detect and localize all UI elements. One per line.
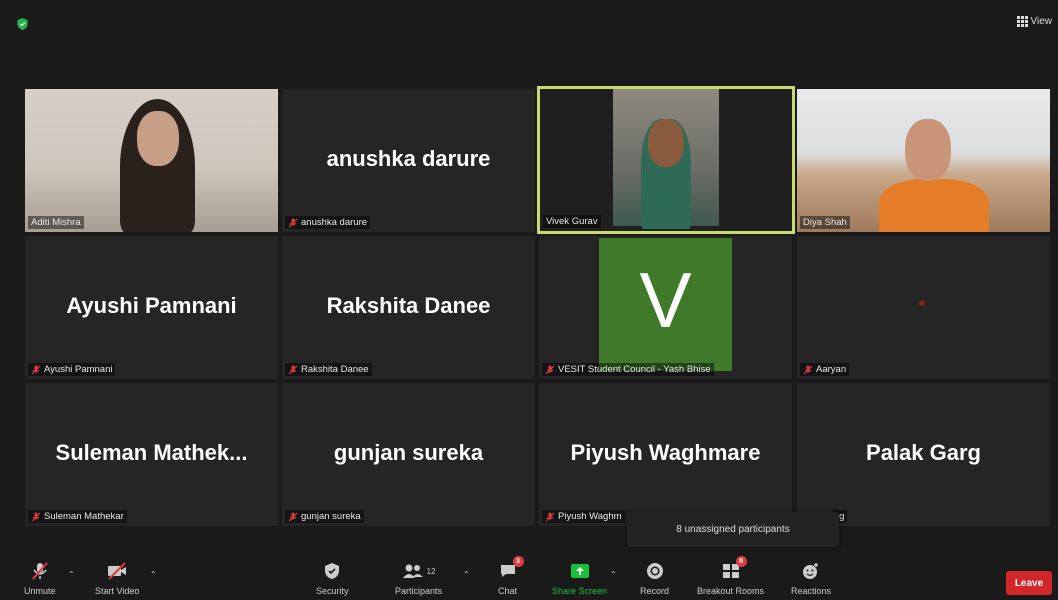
unmute-button[interactable]: Unmute	[24, 560, 56, 596]
participant-tile[interactable]: Ayushi Pamnani Ayushi Pamnani	[25, 236, 278, 379]
mic-muted-icon	[288, 512, 298, 522]
participants-button[interactable]: 12 Participants	[395, 560, 442, 596]
participant-tile[interactable]: anushka darure anushka darure	[282, 89, 535, 232]
participant-name-label: Piyush Waghm	[542, 510, 625, 523]
participant-name-label: Diya Shah	[800, 216, 850, 229]
reactions-button[interactable]: Reactions	[791, 560, 831, 596]
participant-name-label: gunjan sureka	[285, 510, 364, 523]
chat-button[interactable]: 3 Chat	[498, 556, 524, 596]
audio-options-caret-icon[interactable]: ⌃	[68, 570, 75, 579]
participant-body	[879, 179, 989, 232]
participant-face	[137, 111, 179, 166]
participant-name-label: Aditi Mishra	[28, 216, 84, 229]
meeting-toolbar: Unmute ⌃ Start Video ⌃ Security 12 Parti…	[0, 556, 1058, 600]
mic-muted-icon	[545, 365, 555, 375]
participants-icon	[402, 564, 423, 578]
participant-face	[648, 119, 684, 167]
participants-count: 12	[426, 566, 436, 576]
participant-name-label: Rakshita Danee	[285, 363, 372, 376]
record-icon	[646, 563, 663, 579]
grid-icon	[1016, 16, 1028, 27]
video-placeholder-dot	[919, 300, 925, 306]
participant-tile[interactable]: Aditi Mishra	[25, 89, 278, 232]
participant-display-name: anushka darure	[326, 145, 491, 171]
participant-video	[613, 89, 719, 229]
mic-muted-icon	[288, 365, 298, 375]
participant-tile[interactable]: Aaryan	[797, 236, 1050, 379]
view-button[interactable]: View	[1016, 16, 1053, 27]
participant-name-label: Aaryan	[800, 363, 850, 376]
breakout-badge: 8	[735, 556, 747, 567]
share-options-caret-icon[interactable]: ⌃	[610, 570, 617, 579]
participant-name-label: Ayushi Pamnani	[28, 363, 116, 376]
mic-muted-icon	[288, 218, 298, 228]
participant-display-name: Ayushi Pamnani	[66, 292, 237, 318]
participant-display-name: Suleman Mathek...	[55, 439, 248, 465]
video-camera-off-icon	[108, 562, 127, 580]
mic-muted-icon	[31, 365, 41, 375]
chat-unread-badge: 3	[512, 556, 524, 567]
participant-display-name: Piyush Waghmare	[570, 439, 761, 465]
shield-icon	[325, 563, 340, 579]
participant-tile[interactable]: Suleman Mathek... Suleman Mathekar	[25, 383, 278, 526]
participant-tile[interactable]: Diya Shah	[797, 89, 1050, 232]
participant-name-label: Vivek Gurav	[543, 215, 601, 228]
security-button[interactable]: Security	[316, 560, 349, 596]
security-shield-icon[interactable]	[17, 18, 28, 30]
breakout-tooltip: 8 unassigned participants	[627, 512, 839, 547]
participant-display-name: gunjan sureka	[333, 439, 484, 465]
mic-muted-icon	[31, 512, 41, 522]
record-button[interactable]: Record	[640, 560, 669, 596]
top-bar: View	[0, 0, 1058, 40]
participant-face	[905, 119, 951, 181]
participant-name-label: VESIT Student Council - Yash Bhise	[542, 363, 714, 376]
participant-avatar: V	[599, 238, 732, 371]
share-screen-icon	[570, 564, 589, 578]
participant-tile-active-speaker[interactable]: Vivek Gurav	[537, 86, 795, 234]
participant-tile[interactable]: Palak Garg rg	[797, 383, 1050, 526]
view-label: View	[1030, 16, 1053, 27]
video-options-caret-icon[interactable]: ⌃	[150, 570, 157, 579]
participant-name-label: anushka darure	[285, 216, 371, 229]
participant-tile[interactable]: V VESIT Student Council - Yash Bhise	[539, 236, 792, 379]
participants-caret-icon[interactable]: ⌃	[463, 570, 470, 579]
participant-display-name: Palak Garg	[866, 439, 981, 465]
participant-tile[interactable]: gunjan sureka gunjan sureka	[282, 383, 535, 526]
leave-button[interactable]: Leave	[1006, 571, 1052, 595]
participant-tile[interactable]: Rakshita Danee Rakshita Danee	[282, 236, 535, 379]
reactions-smiley-icon	[803, 563, 819, 579]
mic-muted-icon	[803, 365, 813, 375]
mic-muted-icon	[545, 512, 555, 522]
breakout-rooms-button[interactable]: 8 Breakout Rooms	[697, 556, 764, 596]
participant-name-label: Suleman Mathekar	[28, 510, 127, 523]
participant-tile[interactable]: Piyush Waghmare Piyush Waghm	[539, 383, 792, 526]
share-screen-button[interactable]: Share Screen	[552, 560, 607, 596]
participant-display-name: Rakshita Danee	[326, 292, 491, 318]
start-video-button[interactable]: Start Video	[95, 560, 139, 596]
microphone-muted-icon	[31, 562, 48, 580]
